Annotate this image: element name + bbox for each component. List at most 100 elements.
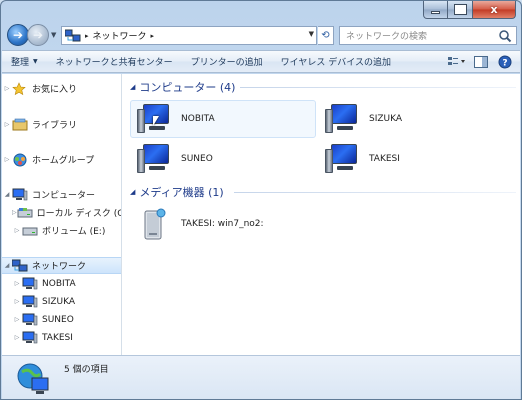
chevron-down-icon: ▼ (33, 58, 38, 65)
breadcrumb-network[interactable]: ネットワーク (93, 29, 147, 42)
homegroup-icon (12, 153, 28, 167)
sidebar-item-label: コンピューター (32, 191, 96, 201)
sidebar-item-label: ローカル ディスク (C:) (36, 209, 122, 219)
sidebar-item-favorites[interactable]: ▷ お気に入り (2, 80, 121, 97)
sidebar-item-network[interactable]: ◢ ネットワーク (2, 257, 121, 274)
command-bar: 整理 ▼ ネットワークと共有センター プリンターの追加 ワイヤレス デバイスの追… (2, 50, 520, 73)
svg-text:?: ? (502, 58, 507, 68)
network-icon (11, 259, 28, 273)
view-icon (448, 56, 465, 65)
sidebar-item-sizuka[interactable]: ▷ SIZUKA (2, 293, 121, 310)
sidebar-item-label: ライブラリ (32, 121, 78, 131)
add-printer-label: プリンターの追加 (190, 58, 263, 68)
close-icon: x (490, 3, 498, 16)
computer-name: TAKESI (369, 154, 400, 164)
group-divider (240, 87, 516, 88)
explorer-window: x ➔ ➔ ▼ ▸ ネットワーク ▸ ▼ ⟲ ネットワークの検索 整理 ▼ ネッ… (0, 0, 522, 400)
add-printer-button[interactable]: プリンターの追加 (182, 51, 272, 72)
computer-icon (12, 188, 28, 202)
breadcrumb-separator-icon[interactable]: ▸ (151, 32, 155, 40)
expand-arrow-icon[interactable]: ▷ (12, 298, 22, 305)
network-icon (16, 360, 52, 396)
network-icon (64, 29, 81, 43)
sidebar-item-label: SUNEO (42, 314, 74, 325)
sidebar-item-label: ネットワーク (32, 262, 87, 272)
computer-tile-sizuka[interactable]: SIZUKA (318, 100, 504, 138)
computer-icon (135, 102, 175, 136)
maximize-button[interactable] (448, 1, 473, 19)
navigation-row: ➔ ➔ ▼ ▸ ネットワーク ▸ ▼ ⟲ ネットワークの検索 (5, 23, 517, 47)
main-pane: ▷ お気に入り ▷ ライブラリ ▷ ホームグループ ◢ コンピューター ▷ ロー… (2, 74, 520, 355)
forward-button[interactable]: ➔ (27, 24, 49, 46)
sidebar-item-label: ホームグループ (32, 156, 95, 166)
back-button[interactable]: ➔ (7, 24, 29, 46)
preview-pane-button[interactable] (470, 53, 492, 71)
computer-icon (135, 142, 175, 176)
volume-icon (22, 224, 38, 238)
expand-arrow-icon[interactable]: ▷ (12, 316, 22, 323)
organize-menu[interactable]: 整理 ▼ (2, 51, 47, 72)
sidebar-item-label: TAKESI (42, 332, 73, 343)
search-box[interactable]: ネットワークの検索 (339, 26, 517, 45)
computer-tile-suneo[interactable]: SUNEO (130, 140, 316, 178)
help-button[interactable]: ? (494, 53, 516, 71)
computer-name: SIZUKA (369, 114, 403, 124)
sidebar-item-label: ボリューム (E:) (42, 227, 106, 237)
computers-group-header[interactable]: ◢ コンピューター (4) (130, 79, 235, 95)
computer-tile-nobita[interactable]: NOBITA (130, 100, 316, 138)
media-server-icon (135, 207, 175, 241)
recent-pages-dropdown[interactable]: ▼ (51, 31, 59, 39)
search-input[interactable]: ネットワークの検索 (346, 29, 498, 42)
sidebar-item-volume-e[interactable]: ▷ ボリューム (E:) (2, 222, 121, 239)
sidebar-item-suneo[interactable]: ▷ SUNEO (2, 311, 121, 328)
item-count: 5 個の項目 (64, 365, 109, 375)
refresh-button[interactable]: ⟲ (318, 26, 334, 45)
network-center-label: ネットワークと共有センター (55, 58, 173, 68)
add-wireless-button[interactable]: ワイヤレス デバイスの追加 (272, 51, 400, 72)
collapse-arrow-icon[interactable]: ◢ (2, 191, 12, 198)
disk-icon (17, 206, 33, 220)
computer-icon (22, 277, 38, 291)
sidebar-item-label: SIZUKA (42, 296, 76, 307)
minimize-icon (431, 10, 440, 14)
sidebar-item-label: NOBITA (42, 278, 76, 289)
collapse-arrow-icon: ◢ (130, 188, 136, 196)
search-icon[interactable] (498, 29, 512, 43)
breadcrumb-separator-icon[interactable]: ▸ (85, 32, 89, 40)
sidebar-item-takesi[interactable]: ▷ TAKESI (2, 329, 121, 346)
expand-arrow-icon[interactable]: ▷ (2, 85, 12, 92)
expand-arrow-icon[interactable]: ▷ (12, 280, 22, 287)
close-button[interactable]: x (473, 1, 516, 19)
computer-name: NOBITA (181, 114, 215, 124)
organize-label: 整理 (11, 58, 30, 68)
expand-arrow-icon[interactable]: ▷ (12, 334, 22, 341)
details-pane: 5 個の項目 (2, 355, 520, 399)
minimize-button[interactable] (423, 1, 448, 19)
add-wireless-label: ワイヤレス デバイスの追加 (280, 58, 391, 68)
network-center-button[interactable]: ネットワークと共有センター (47, 51, 182, 72)
computer-icon (22, 331, 38, 345)
maximize-icon (453, 4, 467, 15)
computer-icon (323, 102, 363, 136)
group-divider (234, 192, 516, 193)
sidebar-item-libraries[interactable]: ▷ ライブラリ (2, 116, 121, 133)
star-icon (12, 81, 28, 96)
change-view-button[interactable] (446, 53, 468, 71)
media-device-name: TAKESI: win7_no2: (181, 219, 264, 229)
media-group-header[interactable]: ◢ メディア機器 (1) (130, 184, 224, 200)
address-dropdown-icon[interactable]: ▼ (309, 30, 314, 38)
expand-arrow-icon[interactable]: ▷ (12, 227, 22, 234)
computer-name: SUNEO (181, 154, 213, 164)
sidebar-item-local-disk[interactable]: ▷ ローカル ディスク (C:) (2, 204, 121, 221)
sidebar-item-homegroup[interactable]: ▷ ホームグループ (2, 151, 121, 168)
expand-arrow-icon[interactable]: ▷ (2, 121, 12, 128)
refresh-icon: ⟲ (321, 30, 330, 41)
sidebar-item-nobita[interactable]: ▷ NOBITA (2, 275, 121, 292)
view-controls: ? (444, 51, 516, 72)
address-bar[interactable]: ▸ ネットワーク ▸ ▼ (61, 26, 317, 45)
collapse-arrow-icon[interactable]: ◢ (2, 262, 12, 269)
expand-arrow-icon[interactable]: ▷ (2, 156, 12, 163)
sidebar-item-computer[interactable]: ◢ コンピューター (2, 186, 121, 203)
media-device-tile[interactable]: TAKESI: win7_no2: (130, 205, 316, 243)
computer-tile-takesi[interactable]: TAKESI (318, 140, 504, 178)
